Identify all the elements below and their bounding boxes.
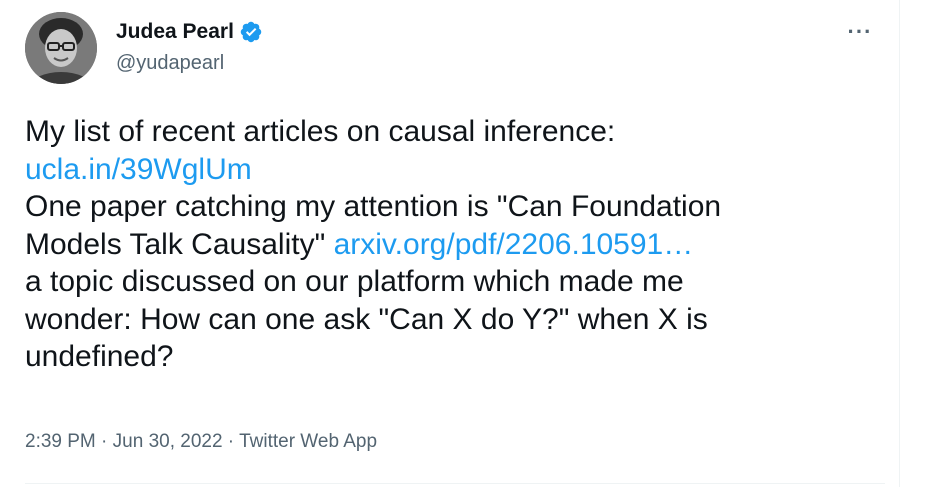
tweet-source-link[interactable]: Twitter Web App: [239, 431, 377, 452]
more-horizontal-icon: ···: [847, 19, 873, 44]
divider: [25, 483, 885, 484]
tweet-date-link[interactable]: Jun 30, 2022: [113, 431, 223, 452]
tweet-text-line: wonder: How can one ask "Can X do Y?" wh…: [25, 302, 708, 336]
tweet-text-line: a topic discussed on our platform which …: [25, 265, 684, 298]
avatar[interactable]: [25, 12, 97, 84]
tweet-metadata: 2:39 PM · Jun 30, 2022 · Twitter Web App: [25, 431, 377, 453]
tweet-time-link[interactable]: 2:39 PM: [25, 431, 96, 452]
tweet-text: My list of recent articles on causal inf…: [25, 113, 885, 376]
meta-separator: ·: [95, 431, 113, 452]
tweet-text-line: My list of recent articles on causal inf…: [25, 115, 616, 148]
meta-separator: ·: [222, 431, 240, 452]
author-handle[interactable]: @yudapearl: [116, 52, 224, 75]
tweet-link-ucla[interactable]: ucla.in/39WglUm: [25, 153, 252, 186]
profile-photo-icon: [25, 12, 97, 84]
tweet-link-arxiv[interactable]: arxiv.org/pdf/2206.10591…: [334, 228, 694, 261]
more-options-button[interactable]: ···: [840, 16, 880, 48]
tweet-text-line: undefined?: [25, 340, 174, 373]
author-display-name[interactable]: Judea Pearl: [116, 20, 234, 44]
author-name-row: Judea Pearl: [116, 20, 263, 44]
tweet-text-segment: Models Talk Causality": [25, 227, 334, 261]
tweet-text-line: One paper catching my attention is "Can …: [25, 190, 722, 223]
tweet-detail: Judea Pearl @yudapearl ··· My list of re…: [0, 0, 900, 487]
verified-badge-icon: [239, 20, 263, 44]
